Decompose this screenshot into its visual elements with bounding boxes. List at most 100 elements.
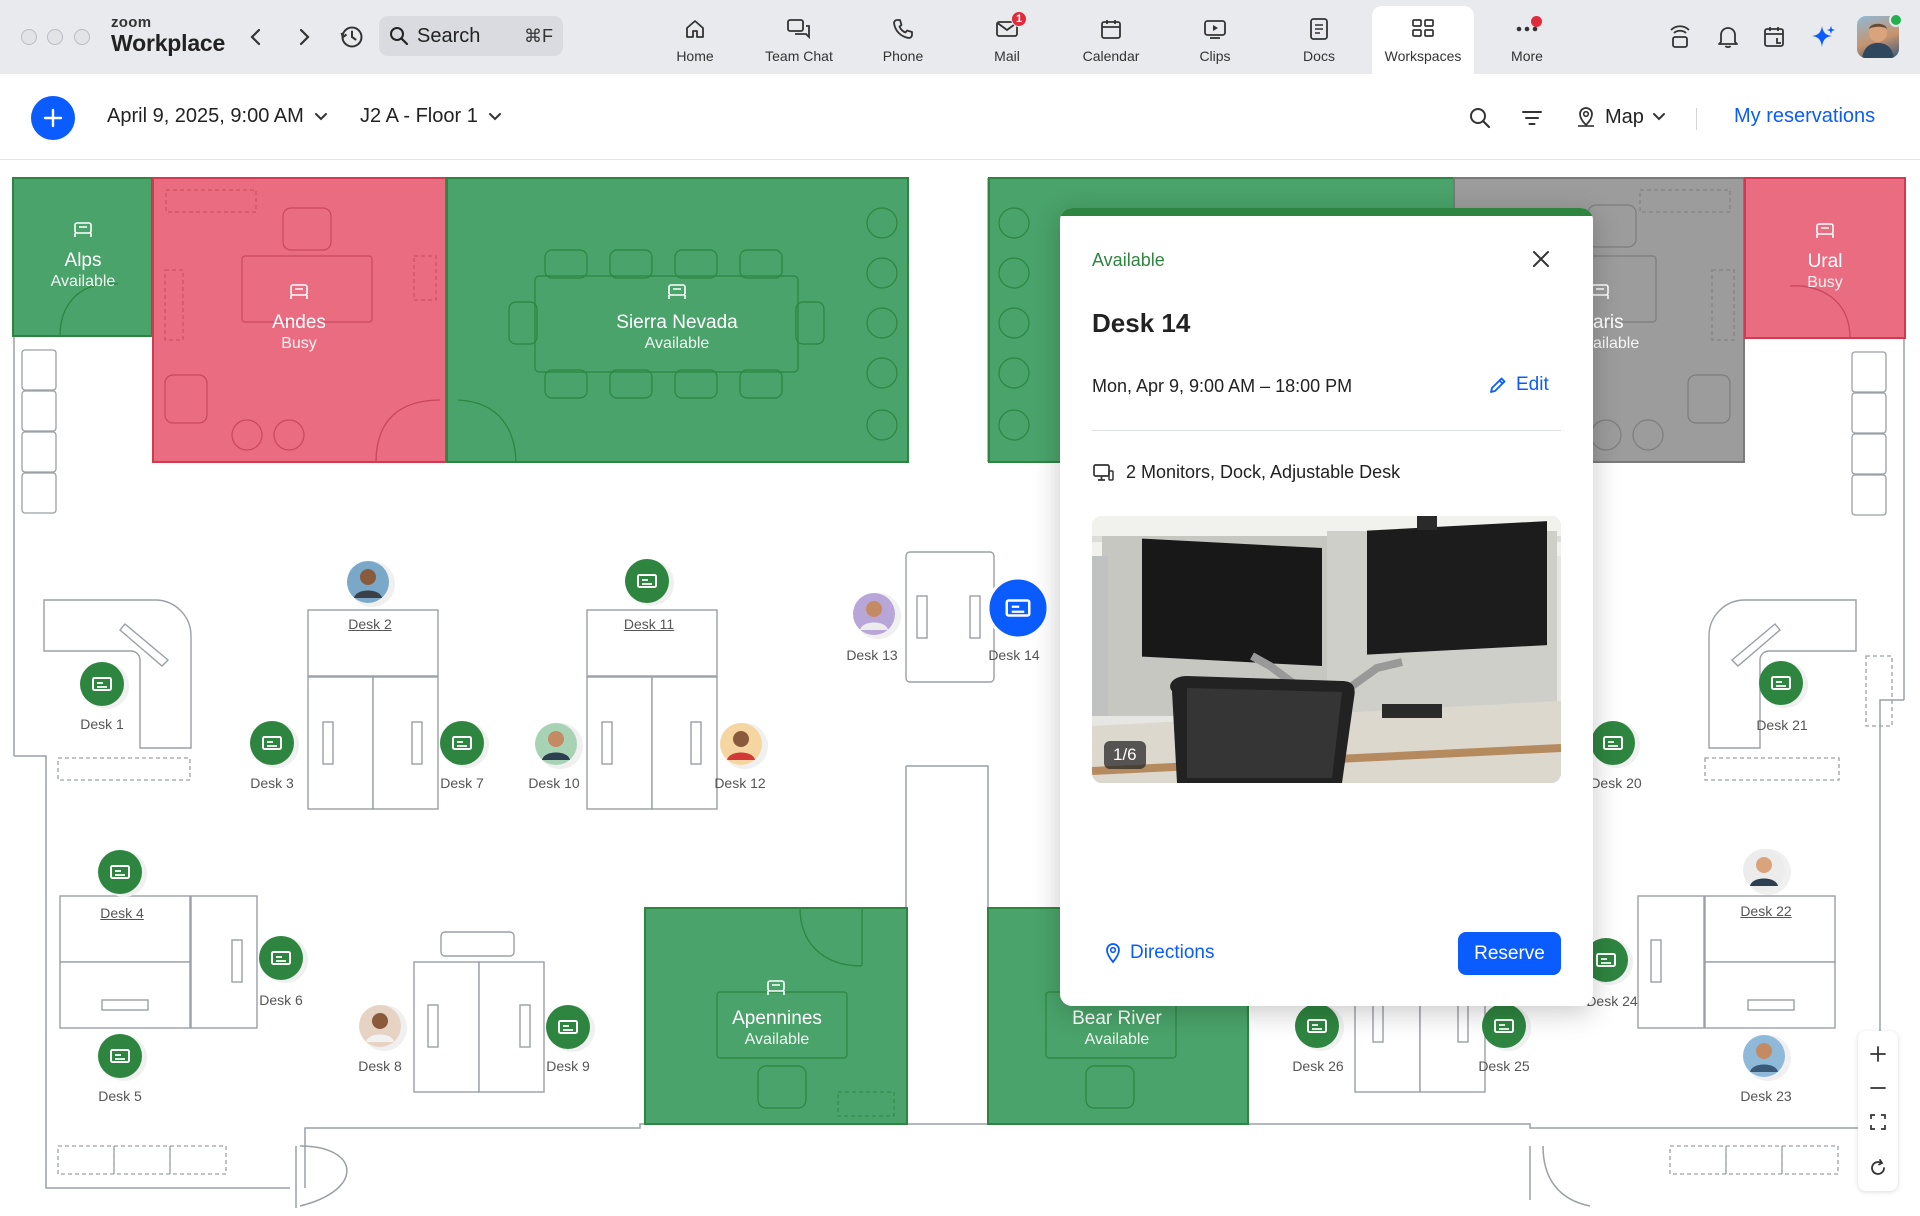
desk-label-6[interactable]: Desk 6 [236, 992, 326, 1008]
window-zoom-control[interactable] [74, 29, 90, 45]
zoom-in-button[interactable] [1858, 1037, 1898, 1071]
tab-workspaces-label: Workspaces [1384, 48, 1462, 64]
desk-details-popup: Available Desk 14 Mon, Apr 9, 9:00 AM – … [1060, 208, 1593, 1006]
clips-icon [1204, 20, 1226, 39]
tab-clips-label: Clips [1199, 48, 1231, 64]
view-selector-label: Map [1605, 105, 1644, 128]
chevron-down-icon [488, 112, 501, 120]
desk-label-13[interactable]: Desk 13 [827, 647, 917, 663]
desk-label-14[interactable]: Desk 14 [969, 647, 1059, 663]
bell-icon [1718, 27, 1738, 49]
reserve-button[interactable]: Reserve [1458, 932, 1561, 975]
desk-label-12[interactable]: Desk 12 [695, 775, 785, 791]
desk-label-8[interactable]: Desk 8 [335, 1058, 425, 1074]
tab-team-chat[interactable]: Team Chat [748, 6, 850, 74]
desk-label-3[interactable]: Desk 3 [227, 775, 317, 791]
room-paris[interactable]: aris ailable [1593, 312, 1640, 353]
room-name: aris [1593, 312, 1624, 333]
schedule-button[interactable] [1760, 22, 1790, 52]
desk-label-21[interactable]: Desk 21 [1737, 717, 1827, 733]
tab-team-chat-label: Team Chat [765, 48, 833, 64]
map-search-button[interactable] [1466, 104, 1494, 132]
room-apennines[interactable]: Apennines Available [702, 1008, 852, 1049]
window-minimize-control[interactable] [47, 29, 63, 45]
chevron-left-icon [250, 28, 261, 46]
refresh-icon [1871, 1159, 1885, 1175]
desk-label-9[interactable]: Desk 9 [523, 1058, 613, 1074]
edit-time-button[interactable]: Edit [1488, 374, 1549, 396]
filter-button[interactable] [1518, 104, 1546, 132]
room-status: Available [1084, 1031, 1150, 1048]
desk-label-1[interactable]: Desk 1 [57, 716, 147, 732]
reset-view-button[interactable] [1858, 1151, 1898, 1185]
phone-icon [893, 19, 913, 39]
tab-clips[interactable]: Clips [1164, 6, 1266, 74]
tab-docs-label: Docs [1303, 48, 1335, 64]
fullscreen-icon [1870, 1114, 1886, 1130]
desk-label-26[interactable]: Desk 26 [1273, 1058, 1363, 1074]
desk-photo[interactable]: 1/6 [1092, 516, 1561, 783]
history-button[interactable] [337, 22, 367, 52]
back-button[interactable] [241, 22, 271, 52]
room-status: Available [50, 273, 116, 290]
room-sierra-nevada[interactable]: Sierra Nevada Available [587, 312, 767, 353]
room-andes[interactable]: Andes Busy [239, 312, 359, 353]
directions-button[interactable]: Directions [1104, 942, 1214, 964]
desk-label-23[interactable]: Desk 23 [1721, 1088, 1811, 1104]
floor-selector[interactable]: J2 A - Floor 1 [360, 105, 502, 128]
tab-workspaces[interactable]: Workspaces [1372, 6, 1474, 74]
zoom-out-button[interactable] [1858, 1071, 1898, 1105]
room-bear-river[interactable]: Bear River Available [1042, 1008, 1192, 1049]
window-close-control[interactable] [21, 29, 37, 45]
tab-home[interactable]: Home [644, 6, 746, 74]
room-alps[interactable]: Alps Available [33, 250, 133, 291]
reservation-time: Mon, Apr 9, 9:00 AM – 18:00 PM [1092, 376, 1353, 396]
map-pin-icon [1578, 107, 1594, 127]
desk-label-2[interactable]: Desk 2 [325, 616, 415, 632]
room-ural[interactable]: Ural Busy [1775, 251, 1875, 292]
floor-map[interactable]: Alps Available Andes Busy Sierra Nevada … [0, 160, 1920, 1216]
plus-icon [1870, 1046, 1886, 1062]
search-icon [1470, 108, 1491, 129]
tab-more[interactable]: More [1476, 6, 1578, 74]
monitor-icon [1093, 463, 1114, 481]
edit-label: Edit [1516, 374, 1549, 395]
date-selector[interactable]: April 9, 2025, 9:00 AM [107, 105, 328, 128]
desk-photo-image [1092, 516, 1561, 783]
desk-label-10[interactable]: Desk 10 [509, 775, 599, 791]
tab-more-label: More [1511, 48, 1543, 64]
search-box[interactable]: Search ⌘F [379, 16, 563, 56]
room-status: Available [644, 335, 710, 352]
directions-label: Directions [1130, 942, 1215, 963]
tab-calendar[interactable]: Calendar [1060, 6, 1162, 74]
desk-label-7[interactable]: Desk 7 [417, 775, 507, 791]
forward-button[interactable] [289, 22, 319, 52]
tab-calendar-label: Calendar [1082, 48, 1140, 64]
my-reservations-link[interactable]: My reservations [1734, 105, 1875, 128]
desk-label-4[interactable]: Desk 4 [77, 905, 167, 921]
desk-label-11[interactable]: Desk 11 [604, 616, 694, 632]
desk-label-22[interactable]: Desk 22 [1721, 903, 1811, 919]
view-selector[interactable]: Map [1575, 105, 1666, 129]
brand-top: zoom [111, 14, 152, 31]
fit-to-screen-button[interactable] [1858, 1105, 1898, 1139]
ai-companion-button[interactable] [1808, 22, 1838, 52]
chevron-right-icon [299, 28, 310, 46]
tab-docs[interactable]: Docs [1268, 6, 1370, 74]
tab-phone[interactable]: Phone [852, 6, 954, 74]
search-icon [390, 27, 409, 46]
tab-phone-label: Phone [882, 48, 924, 64]
room-connect-button[interactable] [1665, 22, 1695, 52]
tab-mail-label: Mail [994, 48, 1020, 64]
desk-label-25[interactable]: Desk 25 [1459, 1058, 1549, 1074]
tab-mail[interactable]: 1 Mail [956, 6, 1058, 74]
close-popup-button[interactable] [1526, 244, 1556, 274]
room-name: Alps [64, 250, 102, 271]
notifications-button[interactable] [1713, 22, 1743, 52]
new-reservation-button[interactable] [31, 96, 75, 140]
desk-label-5[interactable]: Desk 5 [75, 1088, 165, 1104]
room-name: Ural [1807, 251, 1843, 272]
desk-title: Desk 14 [1092, 308, 1191, 338]
room-status: ailable [1593, 335, 1640, 352]
room-name: Bear River [1072, 1008, 1162, 1029]
